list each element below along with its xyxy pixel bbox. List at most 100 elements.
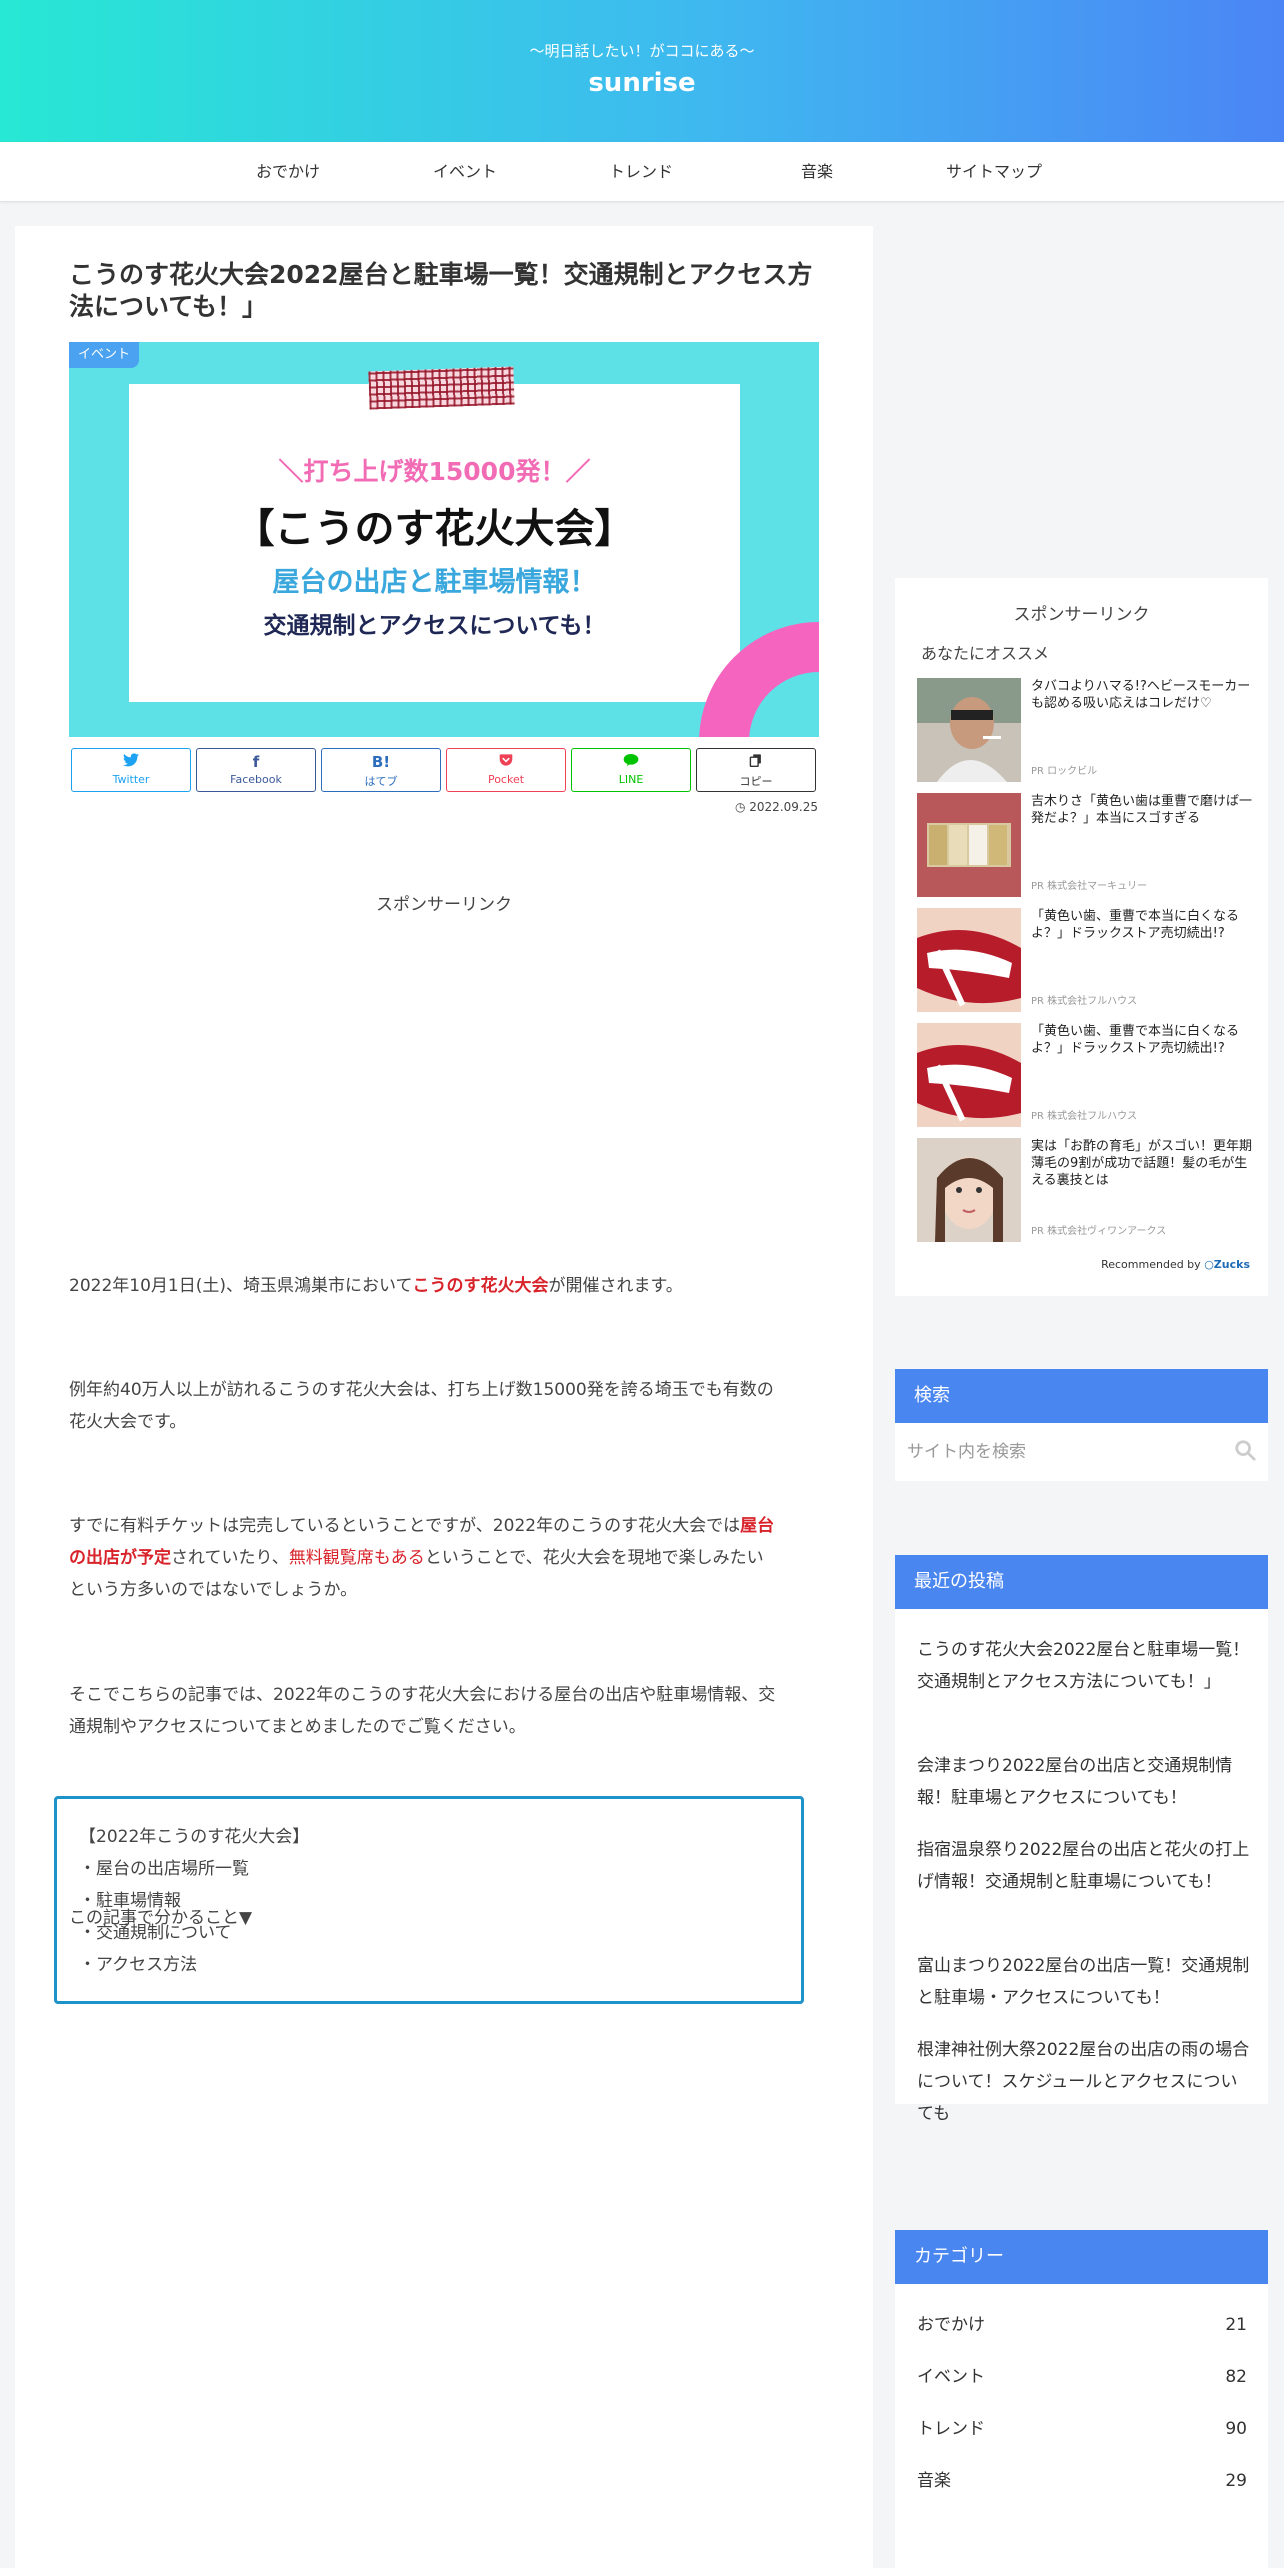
p1-highlight: こうのす花火大会 (412, 1276, 549, 1296)
recent-post-link[interactable]: こうのす花火大会2022屋台と駐車場一覧！交通規制とアクセス方法についても！」 (917, 1634, 1252, 1698)
recommend-title-text: 吉木りさ「黄色い歯は重曹で磨けば一発だよ？」本当にスゴすぎる (1031, 794, 1253, 826)
category-name: 音楽 (917, 2471, 951, 2491)
post-date: ◷ 2022.09.25 (735, 800, 818, 814)
recommend-title: あなたにオススメ (921, 644, 1050, 663)
recommend-thumb-teeth (917, 793, 1021, 897)
nav-item-odekake[interactable]: おでかけ (200, 142, 376, 202)
recommend-item[interactable]: 吉木りさ「黄色い歯は重曹で磨けば一発だよ？」本当にスゴすぎる PR 株式会社マー… (917, 793, 1257, 897)
nav-item-sitemap[interactable]: サイトマップ (906, 142, 1082, 202)
nav-item-event[interactable]: イベント (377, 142, 553, 202)
p3-text-f: ということで、花火大会を現地で楽しみたい (424, 1548, 764, 1568)
share-facebook-button[interactable]: f Facebook (196, 748, 316, 792)
recommend-thumb-woman (917, 1138, 1021, 1242)
category-item-trend[interactable]: トレンド 90 (917, 2414, 1247, 2444)
eyecatch-tape-decoration (368, 366, 515, 410)
recent-posts-heading: 最近の投稿 (895, 1555, 1268, 1609)
paragraph-2: 例年約40万人以上が訪れるこうのす花火大会は、打ち上げ数15000発を誇る埼玉で… (69, 1374, 819, 1438)
article-title: こうのす花火大会2022屋台と駐車場一覧！交通規制とアクセス方法についても！」 (69, 260, 813, 321)
p3-highlight-yotei: の出店が予定 (69, 1548, 171, 1568)
share-facebook-label: Facebook (230, 773, 282, 786)
clock-icon: ◷ (734, 800, 746, 814)
recommend-thumb-smile (917, 908, 1021, 1012)
eyecatch-image: ＼打ち上げ数15000発！／ 【こうのす花火大会】 屋台の出店と駐車場情報！ 交… (69, 342, 819, 737)
recommend-item[interactable]: 「黄色い歯、重曹で本当に白くなるよ？」ドラックストア売切続出!? PR 株式会社… (917, 1023, 1257, 1127)
search-icon[interactable] (1234, 1439, 1256, 1461)
global-nav: おでかけ イベント トレンド 音楽 サイトマップ (0, 142, 1284, 202)
recommend-title-text: 「黄色い歯、重曹で本当に白くなるよ？」ドラックストア売切続出!? (1031, 1024, 1240, 1056)
category-item-music[interactable]: 音楽 29 (917, 2466, 1247, 2496)
article-main: こうのす花火大会2022屋台と駐車場一覧！交通規制とアクセス方法についても！」 … (15, 226, 873, 2568)
sponsor-label: スポンサーリンク (376, 895, 512, 915)
recommend-thumb-smoker (917, 678, 1021, 782)
p1-text-a: 2022年10月1日(土)、埼玉県鴻巣市において (69, 1276, 413, 1296)
recommend-item[interactable]: 実は「お酢の育毛」がスゴい！更年期薄毛の9割が成功で話題！髪の毛が生える裏技とは… (917, 1138, 1257, 1242)
p4-line1: そこでこちらの記事では、2022年のこうのす花火大会における屋台の出店や駐車場情… (69, 1685, 776, 1705)
nav-item-trend[interactable]: トレンド (553, 142, 729, 202)
facebook-icon: f (252, 753, 260, 771)
summary-item: ・駐車場情報 (79, 1891, 181, 1911)
p2-line2: 花火大会です。 (69, 1412, 187, 1432)
recommend-title-text: 「黄色い歯、重曹で本当に白くなるよ？」ドラックストア売切続出!? (1031, 909, 1240, 941)
eyecatch-line-1: ＼打ち上げ数15000発！／ (278, 457, 591, 486)
zucks-logo: ○Zucks (1204, 1258, 1250, 1271)
eyecatch-line-2: 【こうのす花火大会】 (234, 506, 635, 552)
p4-line2: 通規制やアクセスについてまとめましたのでご覧ください。 (69, 1717, 526, 1737)
recommend-item[interactable]: 「黄色い歯、重曹で本当に白くなるよ？」ドラックストア売切続出!? PR 株式会社… (917, 908, 1257, 1012)
recent-post-link[interactable]: 会津まつり2022屋台の出店と交通規制情報！駐車場とアクセスについても！ (917, 1750, 1252, 1814)
post-date-value: 2022.09.25 (749, 800, 818, 814)
twitter-icon (72, 753, 190, 771)
category-count: 29 (1225, 2471, 1247, 2491)
p3-text-a: すでに有料チケットは完売しているということですが、2022年のこうのす花火大会で… (69, 1516, 741, 1536)
paragraph-1: 2022年10月1日(土)、埼玉県鴻巣市においてこうのす花火大会が開催されます。 (69, 1270, 819, 1302)
summary-item: ・交通規制について (79, 1923, 232, 1943)
recommend-thumb-smile (917, 1023, 1021, 1127)
category-item-event[interactable]: イベント 82 (917, 2362, 1247, 2392)
categories-widget: カテゴリー おでかけ 21 イベント 82 トレンド 90 音楽 29 (895, 2230, 1268, 2568)
recent-post-link[interactable]: 富山まつり2022屋台の出店一覧！交通規制と駐車場・アクセスについても！ (917, 1950, 1252, 2014)
recent-post-link[interactable]: 根津神社例大祭2022屋台の出店の雨の場合について！スケジュールとアクセスについ… (917, 2034, 1252, 2130)
share-copy-label: コピー (739, 775, 773, 788)
summary-item: 【2022年こうのす花火大会】 (79, 1827, 310, 1847)
sponsor-widget: スポンサーリンク あなたにオススメ タバコよりハマる!?ヘビースモーカーも認める… (895, 578, 1268, 1296)
nav-item-music[interactable]: 音楽 (729, 142, 905, 202)
copy-icon (697, 753, 815, 771)
recommend-pr: PR 株式会社マーキュリー (1031, 881, 1148, 892)
p3-text-g: という方多いのではないでしょうか。 (69, 1580, 358, 1600)
share-copy-button[interactable]: コピー (696, 748, 816, 792)
zucks-logo-text: Zucks (1213, 1258, 1250, 1271)
eyecatch-line-4: 交通規制とアクセスについても！ (263, 613, 606, 639)
site-title[interactable]: sunrise (0, 68, 1284, 98)
share-line-label: LINE (618, 773, 644, 786)
category-count: 90 (1225, 2419, 1247, 2439)
share-twitter-button[interactable]: Twitter (71, 748, 191, 792)
recommend-item[interactable]: タバコよりハマる!?ヘビースモーカーも認める吸い応えはコレだけ♡ PR ロックビ… (917, 678, 1257, 782)
category-count: 21 (1225, 2315, 1247, 2335)
category-name: トレンド (917, 2419, 985, 2439)
recommend-pr: PR 株式会社フルハウス (1031, 1111, 1138, 1122)
search-widget-heading: 検索 (895, 1369, 1268, 1423)
share-line-button[interactable]: LINE (571, 748, 691, 792)
recent-posts-widget: 最近の投稿 こうのす花火大会2022屋台と駐車場一覧！交通規制とアクセス方法につ… (895, 1555, 1268, 2124)
category-label[interactable]: イベント (69, 342, 140, 368)
category-count: 82 (1225, 2367, 1247, 2387)
recommend-pr: PR 株式会社フルハウス (1031, 996, 1138, 1007)
recommend-title-text: タバコよりハマる!?ヘビースモーカーも認める吸い応えはコレだけ♡ (1031, 679, 1251, 711)
share-pocket-label: Pocket (487, 773, 525, 786)
recommended-by[interactable]: Recommended by ○Zucks (1101, 1258, 1250, 1271)
recommend-title-text: 実は「お酢の育毛」がスゴい！更年期薄毛の9割が成功で話題！髪の毛が生える裏技とは (1031, 1139, 1253, 1188)
paragraph-3: すでに有料チケットは完売しているということですが、2022年のこうのす花火大会で… (69, 1510, 819, 1606)
search-input[interactable]: サイト内を検索 (895, 1423, 1268, 1481)
recent-post-link[interactable]: 指宿温泉祭り2022屋台の出店と花火の打上げ情報！交通規制と駐車場についても！ (917, 1834, 1252, 1898)
eyecatch-card: ＼打ち上げ数15000発！／ 【こうのす花火大会】 屋台の出店と駐車場情報！ 交… (129, 384, 740, 702)
sidebar-sponsor-label: スポンサーリンク (1013, 605, 1150, 625)
p3-text-d: されていたり、 (171, 1548, 289, 1568)
share-pocket-button[interactable]: Pocket (446, 748, 566, 792)
category-item-odekake[interactable]: おでかけ 21 (917, 2310, 1247, 2340)
pocket-icon (447, 753, 565, 771)
p2-line1: 例年約40万人以上が訪れるこうのす花火大会は、打ち上げ数15000発を誇る埼玉で… (69, 1380, 774, 1400)
paragraph-4: そこでこちらの記事では、2022年のこうのす花火大会における屋台の出店や駐車場情… (69, 1679, 819, 1743)
summary-item: ・屋台の出店場所一覧 (79, 1859, 249, 1879)
hatebu-icon: B! (371, 753, 391, 771)
share-hatebu-button[interactable]: B! はてブ (321, 748, 441, 792)
share-twitter-label: Twitter (112, 773, 150, 786)
